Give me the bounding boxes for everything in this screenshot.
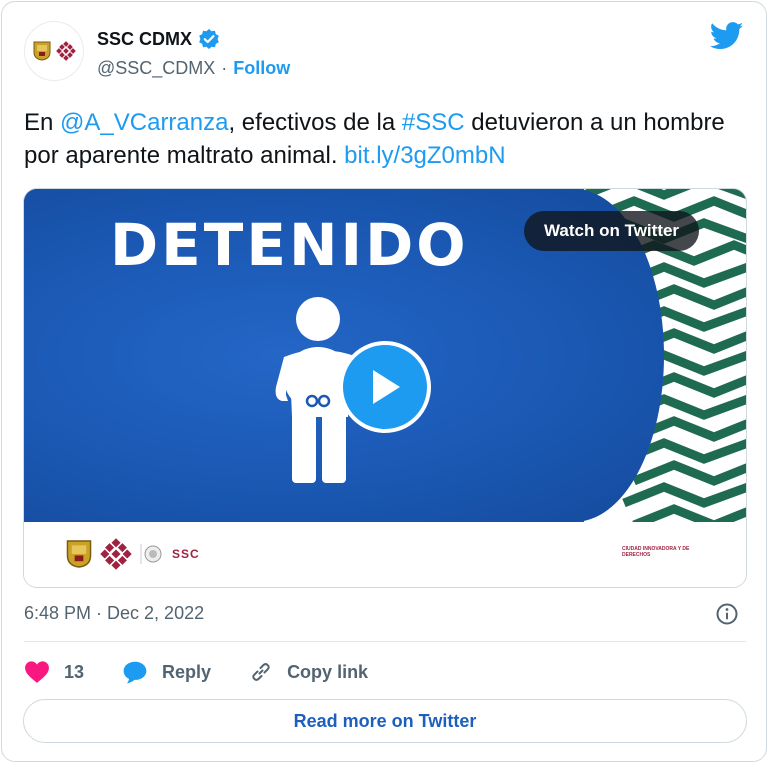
- media-card[interactable]: DETENIDO Watch on Twitter SSC CIUDAD INN…: [23, 188, 747, 588]
- short-url-link[interactable]: bit.ly/3gZ0mbN: [344, 142, 505, 169]
- author-handle[interactable]: @SSC_CDMX: [97, 58, 215, 79]
- tweet-text-prefix: En: [24, 109, 61, 136]
- like-button[interactable]: 13: [24, 660, 84, 684]
- author-name-row: SSC CDMX: [97, 28, 220, 50]
- video-footer-bar: SSC CIUDAD INNOVADORA Y DE DERECHOS: [24, 522, 746, 587]
- verified-badge-icon: [199, 29, 219, 49]
- copy-link-label: Copy link: [287, 661, 369, 682]
- cdmx-tagline: CIUDAD INNOVADORA Y DE DERECHOS: [622, 546, 690, 558]
- play-icon: [373, 370, 400, 404]
- tweet-text-middle: , efectivos de la: [228, 109, 402, 136]
- read-more-button[interactable]: Read more on Twitter: [23, 699, 747, 743]
- tweet-actions: 13 Reply Copy link: [24, 657, 368, 687]
- twitter-bird-icon[interactable]: [710, 22, 744, 50]
- like-count: 13: [64, 661, 85, 682]
- ssc-brand-text: SSC: [172, 547, 200, 561]
- link-icon: [252, 663, 270, 681]
- heart-icon: [25, 661, 49, 683]
- follow-button[interactable]: Follow: [233, 58, 290, 79]
- mention-link[interactable]: @A_VCarranza: [60, 109, 228, 136]
- reply-button[interactable]: Reply: [122, 660, 211, 684]
- author-name[interactable]: SSC CDMX: [97, 29, 192, 50]
- video-thumbnail[interactable]: DETENIDO Watch on Twitter: [24, 189, 746, 522]
- coat-of-arms-icon: [66, 540, 92, 568]
- tweet-timestamp[interactable]: 6:48 PM · Dec 2, 2022: [24, 603, 204, 624]
- ssc-seal-icon: [140, 544, 162, 564]
- video-headline: DETENIDO: [110, 211, 469, 279]
- coat-of-arms-icon: [33, 41, 50, 61]
- cdmx-logo-icon: [100, 538, 132, 570]
- footer-logos: SSC: [66, 538, 200, 570]
- reply-label: Reply: [162, 661, 212, 682]
- play-button[interactable]: [339, 341, 431, 433]
- cdmx-logo-icon: [55, 41, 76, 61]
- watch-on-twitter-button[interactable]: Watch on Twitter: [524, 211, 700, 251]
- hashtag-link[interactable]: #SSC: [402, 109, 465, 136]
- info-icon[interactable]: [715, 602, 739, 626]
- copy-link-button[interactable]: Copy link: [249, 660, 368, 684]
- reply-bubble-icon: [123, 661, 147, 684]
- tweet-text: En @A_VCarranza, efectivos de la #SSC de…: [24, 106, 744, 172]
- tweet-embed-card: SSC CDMX @SSC_CDMX · Follow En @A_VCarra…: [1, 1, 767, 762]
- author-handle-row: @SSC_CDMX · Follow: [97, 58, 290, 79]
- avatar[interactable]: [24, 21, 84, 81]
- divider: [24, 641, 746, 642]
- handle-separator: ·: [221, 58, 228, 78]
